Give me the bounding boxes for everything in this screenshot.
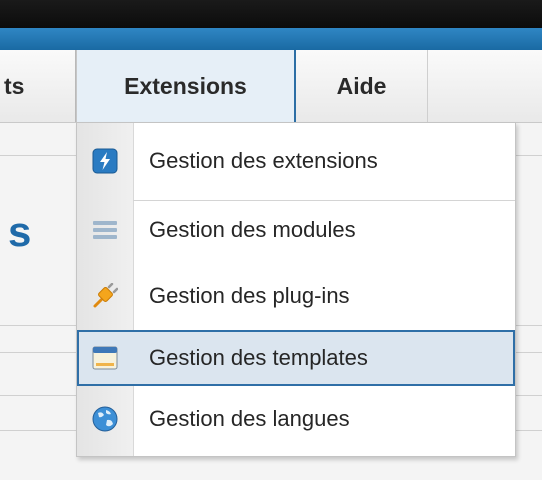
menu-item-extension-manager[interactable]: Gestion des extensions — [77, 133, 515, 189]
globe-icon — [92, 406, 118, 432]
page-title-fragment: s — [8, 208, 32, 255]
extension-manager-icon — [92, 148, 118, 174]
modules-icon — [92, 217, 118, 243]
top-bar — [0, 0, 542, 28]
menu-item-plugins[interactable]: Gestion des plug-ins — [77, 268, 515, 324]
menu-item-label: Gestion des plug-ins — [149, 283, 350, 308]
header-blue-bar — [0, 28, 542, 50]
menu-tab-aide[interactable]: Aide — [296, 50, 428, 122]
menu-item-label: Gestion des modules — [149, 217, 356, 242]
extensions-dropdown-menu: Gestion des extensions Gestion des modul… — [76, 122, 516, 457]
menu-tab-extensions[interactable]: Extensions — [76, 50, 296, 122]
menu-item-label: Gestion des langues — [149, 406, 350, 431]
menu-item-modules[interactable]: Gestion des modules — [77, 202, 515, 258]
menu-tab-partial[interactable]: ts — [0, 50, 76, 122]
menu-separator — [133, 200, 515, 201]
menu-item-label: Gestion des templates — [149, 345, 368, 370]
plugin-icon — [92, 282, 119, 309]
menu-item-languages[interactable]: Gestion des langues — [77, 391, 515, 447]
menu-item-label: Gestion des extensions — [149, 148, 378, 173]
menu-item-templates[interactable]: Gestion des templates — [77, 330, 515, 386]
templates-icon — [92, 345, 118, 371]
